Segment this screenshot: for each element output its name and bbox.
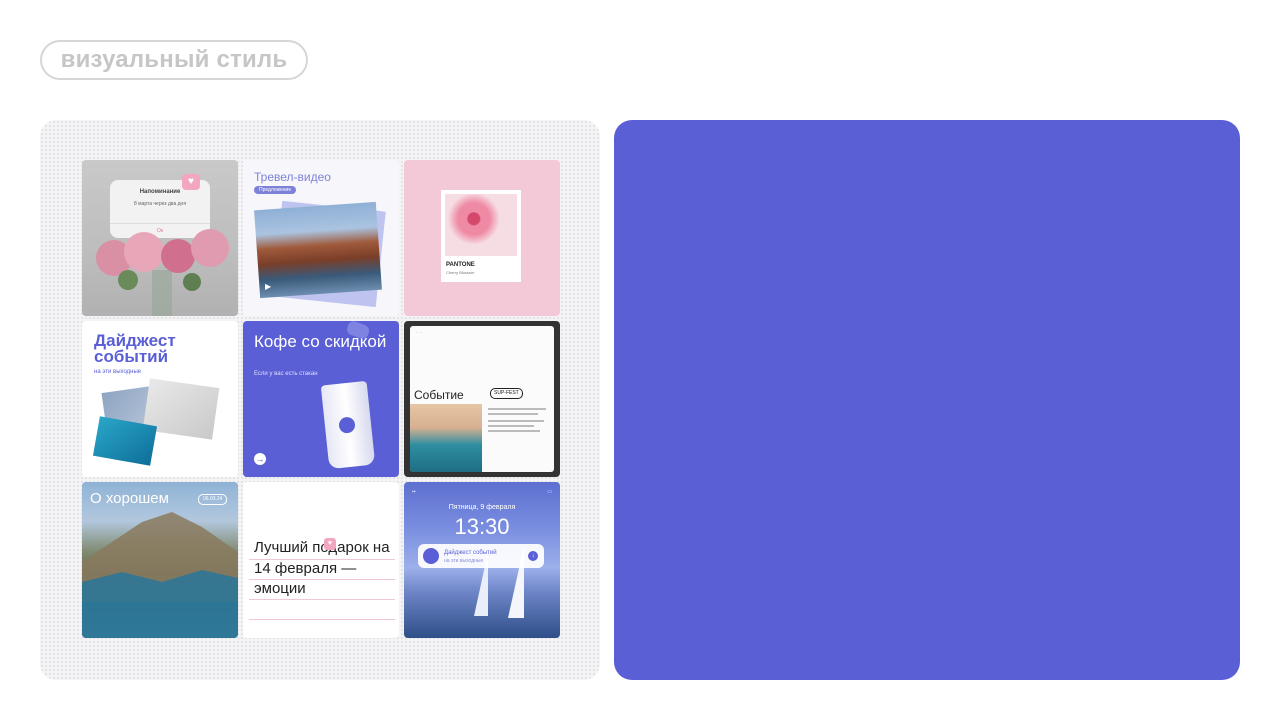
play-icon: ▶: [265, 282, 272, 291]
tile-travel-video: Тревел-видео Предложение ▶: [243, 160, 399, 316]
app-logo-icon: [423, 548, 439, 564]
section-pill-label: визуальный стиль: [60, 46, 288, 73]
event-photo-sup: [410, 404, 482, 472]
arrow-right-icon: →: [254, 453, 266, 465]
peony-bouquet: [96, 229, 229, 316]
lock-day: Пятница, 9 февраля: [448, 504, 516, 511]
pantone-card: PANTONE Cherry Blossom: [441, 190, 521, 282]
accent-panel: [614, 120, 1240, 680]
lock-notification: Дайджест событий на эти выходные ↓: [418, 544, 544, 568]
tablet-header: · · ·: [416, 330, 423, 335]
heart-icon: ♥: [324, 538, 336, 550]
event-title: Событие: [414, 388, 464, 402]
lock-time: 13:30: [454, 514, 510, 539]
download-icon: ↓: [528, 551, 538, 561]
tile-gift: Лучший подарок на 14 февраля — эмоции ♥: [243, 482, 399, 638]
travel-title: Тревел-видео: [254, 170, 331, 184]
coffee-cup: [320, 380, 376, 470]
good-title: О хорошем: [90, 490, 169, 507]
coffee-title: Кофе со скидкой: [254, 332, 387, 351]
lock-notif-title: Дайджест событий: [444, 550, 497, 556]
tile-lockscreen: ▪▪ ▭ Пятница, 9 февраля 13:30 Дайджест с…: [404, 482, 560, 638]
tile-event: · · · Событие SUP-FEST: [404, 321, 560, 477]
text-lines-placeholder: [488, 408, 546, 432]
digest-title: Дайджест событий: [94, 331, 176, 366]
digest-sub: на эти выходные: [94, 369, 142, 375]
travel-tag: Предложение: [254, 186, 297, 194]
tile-good: О хорошем 06.03.24: [82, 482, 238, 638]
good-date: 06.03.24: [198, 494, 228, 505]
cup-logo-icon: [338, 416, 356, 434]
tablet-screen: · · · Событие SUP-FEST: [410, 326, 554, 472]
lock-notif-sub: на эти выходные: [444, 558, 484, 564]
event-text-lines: [488, 408, 550, 440]
digest-photo-water: [92, 416, 158, 466]
status-signal-icon: ▪▪: [412, 489, 416, 495]
tile-digest: Дайджест событий на эти выходные: [82, 321, 238, 477]
event-badge: SUP-FEST: [490, 388, 523, 399]
tile-reminder: Напоминание 8 марта через два дня Ок ♥: [82, 160, 238, 316]
cherry-blossom-photo: [445, 194, 517, 256]
pantone-label: PANTONE: [446, 262, 475, 268]
tile-coffee: Кофе со скидкой Если у вас есть стакан →: [243, 321, 399, 477]
status-battery-icon: ▭: [547, 489, 552, 495]
tile-pantone: PANTONE Cherry Blossom: [404, 160, 560, 316]
travel-photo: [254, 201, 382, 299]
section-pill: визуальный стиль: [40, 40, 308, 80]
pantone-sub: Cherry Blossom: [446, 270, 475, 275]
coffee-sub: Если у вас есть стакан: [254, 371, 318, 377]
